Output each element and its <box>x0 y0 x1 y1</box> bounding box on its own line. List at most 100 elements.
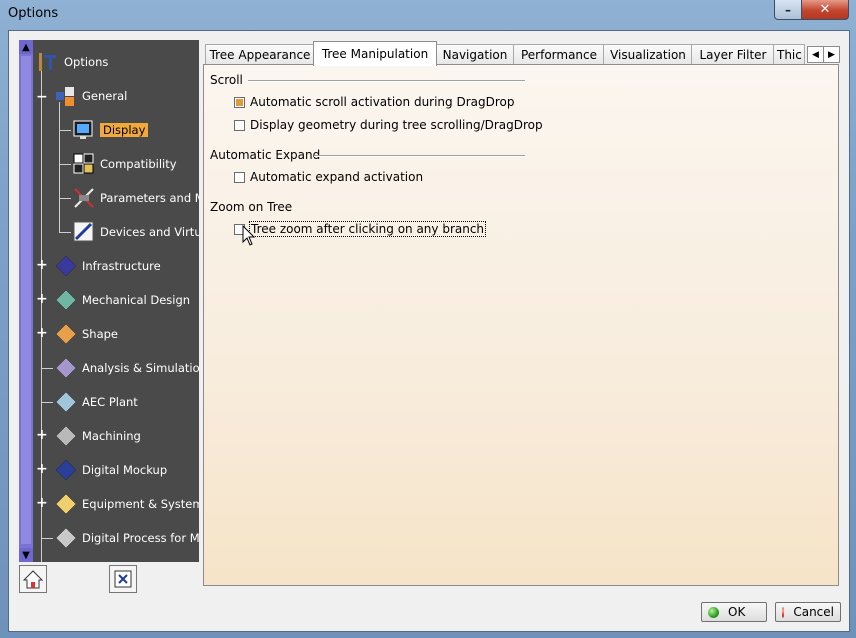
tab-navigation[interactable]: Navigation <box>435 44 515 65</box>
tab-layer-filter[interactable]: Layer Filter <box>691 44 775 65</box>
ok-label: OK <box>728 605 746 619</box>
general-icon <box>53 83 79 109</box>
infrastructure-icon <box>53 253 79 279</box>
reset-options-button[interactable] <box>109 565 137 593</box>
cancel-button[interactable]: Cancel <box>775 602 841 622</box>
scroll-up-arrow-icon[interactable]: ▲ <box>19 40 33 54</box>
close-button[interactable]: ✕ <box>801 0 849 20</box>
tab-strip: Tree Appearance Tree Manipulation Naviga… <box>205 41 840 66</box>
tree-item-machining[interactable]: Machining <box>53 423 141 449</box>
tree-item-label: Equipment & Systems <box>82 497 199 511</box>
tree-item-label: Options <box>64 55 109 69</box>
tree-guide-line <box>41 402 53 403</box>
tree-item-equipment[interactable]: Equipment & Systems <box>53 491 199 517</box>
tree-item-options[interactable]: Options <box>35 52 108 72</box>
auto-scroll-checkbox[interactable] <box>234 96 245 108</box>
tree-item-digital-mockup[interactable]: Digital Mockup <box>53 457 168 483</box>
title-bar[interactable]: Options – ✕ <box>0 0 856 30</box>
expand-icon[interactable]: + <box>36 292 48 306</box>
tree-item-aec-plant[interactable]: AEC Plant <box>53 391 138 413</box>
tree-item-shape[interactable]: Shape <box>53 321 119 347</box>
tab-thickness[interactable]: Thic <box>773 44 805 64</box>
group-title-expand: Automatic Expand <box>210 148 321 162</box>
tree-item-mechanical-design[interactable]: Mechanical Design <box>53 287 190 313</box>
options-dialog: Options – ✕ ▲ ▼ Options − General Displa… <box>0 0 856 638</box>
tree-item-general[interactable]: General <box>53 86 127 106</box>
tree-guide-line <box>59 130 71 131</box>
cancel-icon <box>782 606 785 618</box>
minimize-icon: – <box>785 2 791 17</box>
devices-icon <box>71 219 97 245</box>
tree-item-compatibility[interactable]: Compatibility <box>71 153 177 174</box>
tab-tree-appearance[interactable]: Tree Appearance <box>205 44 315 65</box>
tree-item-label: AEC Plant <box>82 395 138 409</box>
tree-guide-line <box>59 164 71 165</box>
group-separator <box>248 80 525 82</box>
analysis-icon <box>53 355 79 381</box>
option-auto-expand[interactable]: Automatic expand activation <box>234 170 423 184</box>
display-icon <box>71 117 97 143</box>
tab-label: Tree Appearance <box>209 48 311 62</box>
parameters-icon <box>71 185 97 211</box>
tree-item-label: Digital Process for Manufacturing <box>82 531 199 545</box>
expand-icon[interactable]: + <box>36 428 48 442</box>
tree-guide-line <box>41 538 53 539</box>
option-tree-zoom[interactable]: Tree zoom after clicking on any branch <box>234 221 487 237</box>
window-title: Options <box>8 6 59 21</box>
display-geometry-checkbox[interactable] <box>234 119 245 131</box>
tree-item-label: Infrastructure <box>82 259 161 273</box>
tree-item-label: Compatibility <box>100 157 177 171</box>
option-label: Tree zoom after clicking on any branch <box>248 221 487 237</box>
cancel-label: Cancel <box>793 605 834 619</box>
tree-item-display[interactable]: Display <box>71 117 149 143</box>
home-settings-icon <box>22 570 44 589</box>
equipment-icon <box>53 491 79 517</box>
tree-item-analysis[interactable]: Analysis & Simulation <box>53 355 199 381</box>
tab-tree-manipulation[interactable]: Tree Manipulation <box>313 41 437 66</box>
shape-icon <box>53 321 79 347</box>
close-icon: ✕ <box>819 2 831 17</box>
tab-label: Layer Filter <box>699 48 767 62</box>
machining-icon <box>53 423 79 449</box>
reset-settings-icon <box>114 570 132 588</box>
tree-manipulation-page: Scroll Automatic scroll activation durin… <box>203 64 839 586</box>
group-title-zoom: Zoom on Tree <box>210 200 293 214</box>
tree-scrollbar[interactable]: ▲ ▼ <box>19 40 33 562</box>
tab-scroll-left-icon[interactable]: ◀ <box>807 46 824 63</box>
option-label: Automatic expand activation <box>250 170 424 184</box>
tree-guide-line <box>59 232 71 233</box>
collapse-icon[interactable]: − <box>36 90 48 104</box>
scroll-track[interactable] <box>21 56 31 544</box>
minimize-button[interactable]: – <box>774 0 802 20</box>
tab-scroll-right-icon[interactable]: ▶ <box>823 46 840 63</box>
tree-item-label: Display <box>100 123 149 137</box>
group-separator <box>314 155 525 157</box>
tree-item-label: Shape <box>82 327 119 341</box>
expand-icon[interactable]: + <box>36 258 48 272</box>
tree-item-infrastructure[interactable]: Infrastructure <box>53 253 161 279</box>
option-auto-scroll[interactable]: Automatic scroll activation during DragD… <box>234 95 515 109</box>
expand-icon[interactable]: + <box>36 496 48 510</box>
mechanical-design-icon <box>53 287 79 313</box>
tree-item-digital-process[interactable]: Digital Process for Manufacturing <box>53 527 199 549</box>
expand-icon[interactable]: + <box>36 326 48 340</box>
tab-label: Navigation <box>442 48 508 62</box>
ok-button[interactable]: OK <box>701 602 767 622</box>
tree-item-label: Digital Mockup <box>82 463 168 477</box>
tree-item-parameters[interactable]: Parameters and Measure <box>71 188 199 208</box>
scroll-down-arrow-icon[interactable]: ▼ <box>19 548 33 562</box>
tab-label: Performance <box>520 48 598 62</box>
tree-guide-line <box>59 198 71 199</box>
auto-expand-checkbox[interactable] <box>234 171 245 183</box>
tree-guide-line <box>59 102 60 232</box>
tree-item-devices[interactable]: Devices and Virtual Reality <box>71 219 199 245</box>
tab-visualization[interactable]: Visualization <box>603 44 693 65</box>
digital-mockup-icon <box>53 457 79 483</box>
options-icon <box>35 49 61 75</box>
tree-guide-line <box>41 62 42 562</box>
tools-options-button[interactable] <box>19 565 47 593</box>
tab-performance[interactable]: Performance <box>513 44 605 65</box>
dialog-body: ▲ ▼ Options − General Display Compatibil… <box>8 30 850 632</box>
expand-icon[interactable]: + <box>36 462 48 476</box>
option-display-geometry[interactable]: Display geometry during tree scrolling/D… <box>234 118 543 132</box>
